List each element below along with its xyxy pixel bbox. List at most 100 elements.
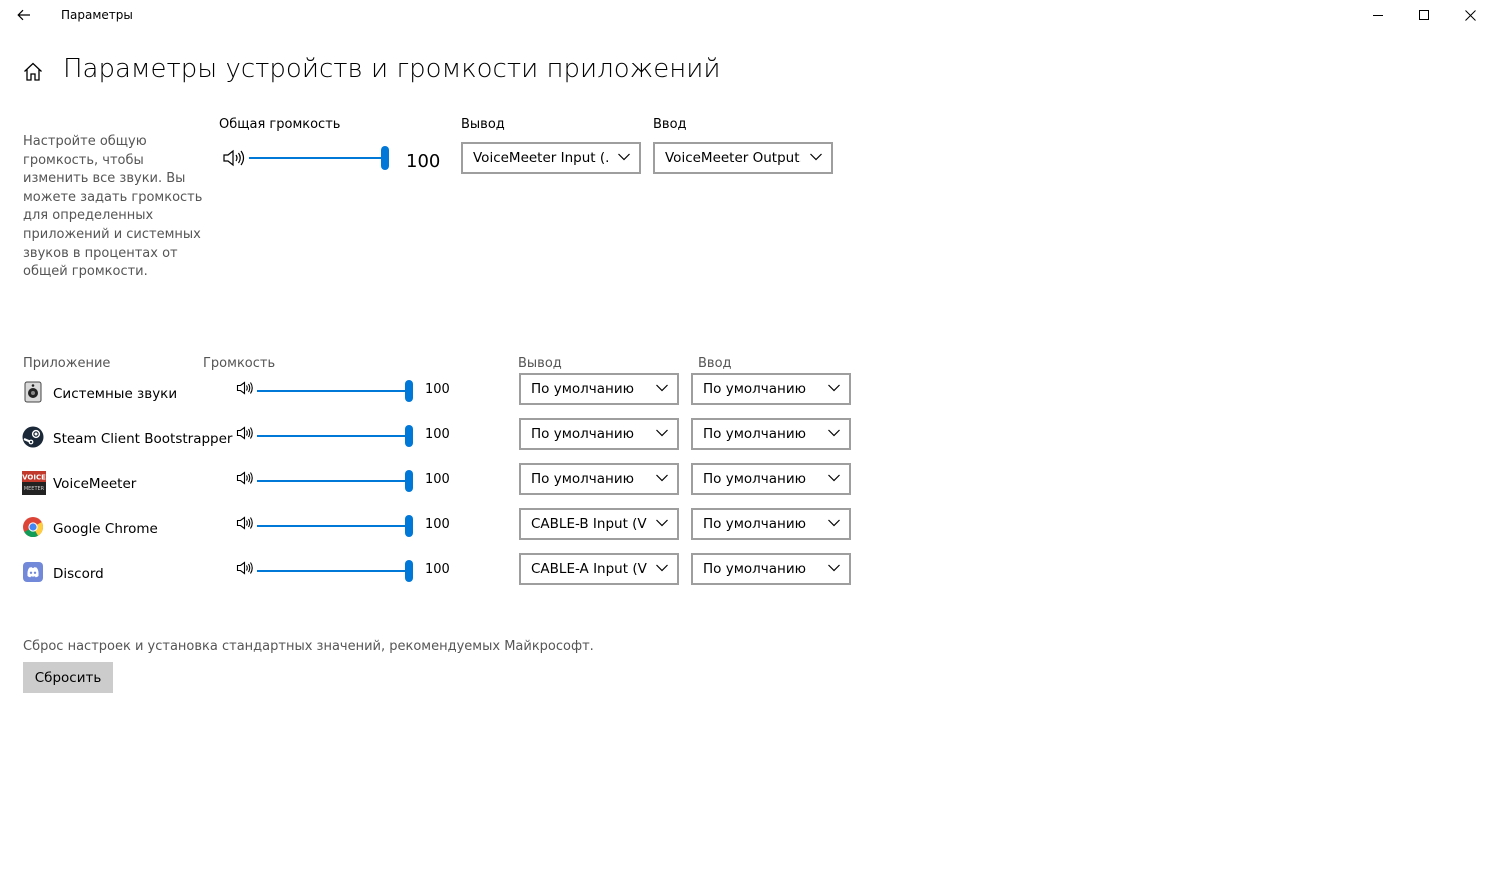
chevron-down-icon xyxy=(828,564,840,572)
voicemeeter-logo-line2: MEETER xyxy=(24,486,45,492)
app-speaker-icon[interactable] xyxy=(236,560,255,576)
app-volume-thumb[interactable] xyxy=(405,515,413,537)
chevron-down-icon xyxy=(656,564,668,572)
app-volume-track xyxy=(257,570,409,572)
master-input-label: Ввод xyxy=(653,117,687,132)
close-button[interactable] xyxy=(1447,0,1490,30)
master-output-value: VoiceMeeter Input (... xyxy=(473,150,609,166)
app-volume-track xyxy=(257,480,409,482)
voicemeeter-icon: VOICE MEETER xyxy=(22,471,46,495)
app-input-dropdown[interactable]: По умолчанию xyxy=(691,553,851,585)
back-button[interactable] xyxy=(10,2,38,28)
master-volume-slider[interactable] xyxy=(249,146,389,170)
app-volume-value: 100 xyxy=(425,382,450,397)
app-output-dropdown[interactable]: По умолчанию xyxy=(519,418,679,450)
app-volume-value: 100 xyxy=(425,472,450,487)
app-volume-thumb[interactable] xyxy=(405,470,413,492)
app-speaker-icon[interactable] xyxy=(236,425,255,441)
app-name: Системные звуки xyxy=(53,386,178,402)
reset-button[interactable]: Сбросить xyxy=(23,662,113,693)
master-volume-track xyxy=(249,157,385,159)
chevron-down-icon xyxy=(810,153,822,161)
app-volume-thumb[interactable] xyxy=(405,425,413,447)
page-title: Параметры устройств и громкости приложен… xyxy=(63,54,721,84)
app-volume-slider[interactable] xyxy=(257,515,417,537)
apps-header-app: Приложение xyxy=(23,356,111,371)
app-output-dropdown[interactable]: CABLE-A Input (VB xyxy=(519,553,679,585)
app-volume-value: 100 xyxy=(425,427,450,442)
app-input-dropdown[interactable]: По умолчанию xyxy=(691,508,851,540)
app-input-dropdown[interactable]: По умолчанию xyxy=(691,418,851,450)
app-name: Discord xyxy=(53,566,104,582)
chevron-down-icon xyxy=(828,474,840,482)
app-output-value: CABLE-A Input (VB xyxy=(531,561,647,577)
chevron-down-icon xyxy=(656,429,668,437)
app-output-value: CABLE-B Input (VB- xyxy=(531,516,647,532)
app-output-value: По умолчанию xyxy=(531,426,634,442)
master-description: Настройте общую громкость, чтобы изменит… xyxy=(23,134,203,280)
app-input-dropdown[interactable]: По умолчанию xyxy=(691,373,851,405)
chevron-down-icon xyxy=(656,474,668,482)
app-volume-slider[interactable] xyxy=(257,425,417,447)
home-icon xyxy=(24,62,42,81)
app-output-value: По умолчанию xyxy=(531,471,634,487)
app-volume-track xyxy=(257,525,409,527)
voicemeeter-logo-line1: VOICE xyxy=(22,474,46,482)
app-output-dropdown[interactable]: CABLE-B Input (VB- xyxy=(519,508,679,540)
app-volume-thumb[interactable] xyxy=(405,380,413,402)
app-volume-value: 100 xyxy=(425,517,450,532)
app-name: Steam Client Bootstrapper xyxy=(53,431,233,447)
master-output-label: Вывод xyxy=(461,117,505,132)
master-volume-value: 100 xyxy=(406,151,441,172)
window-title: Параметры xyxy=(61,8,133,22)
chevron-down-icon xyxy=(828,384,840,392)
reset-description: Сброс настроек и установка стандартных з… xyxy=(23,639,594,654)
master-output-dropdown[interactable]: VoiceMeeter Input (... xyxy=(461,142,641,174)
close-icon xyxy=(1464,9,1476,21)
app-volume-track xyxy=(257,390,409,392)
chevron-down-icon xyxy=(828,519,840,527)
app-volume-value: 100 xyxy=(425,562,450,577)
app-input-value: По умолчанию xyxy=(703,381,806,397)
system-sounds-icon xyxy=(22,381,44,403)
master-volume-thumb[interactable] xyxy=(381,146,389,170)
minimize-icon xyxy=(1373,15,1383,16)
app-speaker-icon[interactable] xyxy=(236,380,255,396)
app-input-value: По умолчанию xyxy=(703,426,806,442)
app-name: VoiceMeeter xyxy=(53,476,137,492)
master-speaker-icon[interactable] xyxy=(222,148,246,168)
discord-icon xyxy=(22,561,44,583)
maximize-icon xyxy=(1419,10,1429,20)
chevron-down-icon xyxy=(618,153,630,161)
apps-header-output: Вывод xyxy=(518,356,562,371)
chevron-down-icon xyxy=(828,429,840,437)
app-speaker-icon[interactable] xyxy=(236,470,255,486)
chrome-icon xyxy=(22,516,44,538)
app-speaker-icon[interactable] xyxy=(236,515,255,531)
app-output-value: По умолчанию xyxy=(531,381,634,397)
home-button[interactable] xyxy=(21,60,45,84)
maximize-button[interactable] xyxy=(1401,0,1447,30)
app-volume-slider[interactable] xyxy=(257,470,417,492)
app-input-value: По умолчанию xyxy=(703,561,806,577)
app-output-dropdown[interactable]: По умолчанию xyxy=(519,373,679,405)
app-volume-slider[interactable] xyxy=(257,560,417,582)
app-volume-slider[interactable] xyxy=(257,380,417,402)
app-name: Google Chrome xyxy=(53,521,158,537)
master-input-dropdown[interactable]: VoiceMeeter Output... xyxy=(653,142,833,174)
app-output-dropdown[interactable]: По умолчанию xyxy=(519,463,679,495)
app-volume-track xyxy=(257,435,409,437)
chevron-down-icon xyxy=(656,519,668,527)
master-input-value: VoiceMeeter Output... xyxy=(665,150,801,166)
chevron-down-icon xyxy=(656,384,668,392)
app-input-value: По умолчанию xyxy=(703,516,806,532)
app-input-dropdown[interactable]: По умолчанию xyxy=(691,463,851,495)
steam-icon xyxy=(22,426,44,448)
minimize-button[interactable] xyxy=(1355,0,1401,30)
back-arrow-icon xyxy=(17,9,30,21)
apps-header-volume: Громкость xyxy=(203,356,276,371)
apps-header-input: Ввод xyxy=(698,356,732,371)
app-input-value: По умолчанию xyxy=(703,471,806,487)
master-volume-label: Общая громкость xyxy=(219,117,341,132)
app-volume-thumb[interactable] xyxy=(405,560,413,582)
